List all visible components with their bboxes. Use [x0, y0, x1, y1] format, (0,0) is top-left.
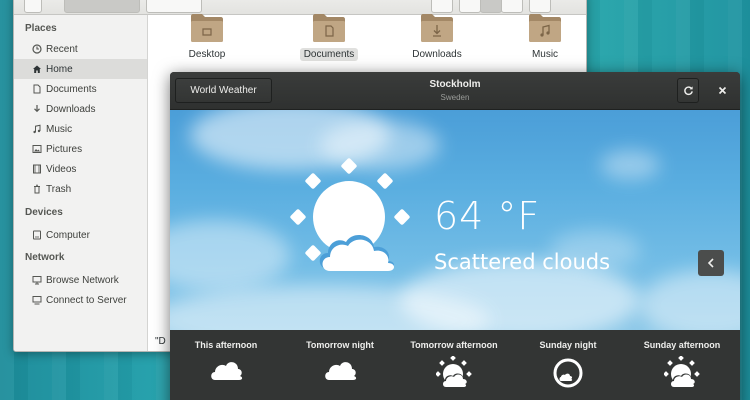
refresh-icon	[683, 86, 693, 96]
sidebar-item-documents[interactable]: Documents	[14, 79, 147, 99]
sidebar-item-downloads[interactable]: Downloads	[14, 99, 147, 119]
download-icon	[31, 104, 42, 115]
view-list-button[interactable]	[459, 0, 481, 13]
forecast-label: Tomorrow afternoon	[410, 340, 498, 350]
sidebar-item-videos[interactable]: Videos	[14, 159, 147, 179]
folder-label: Desktop	[188, 49, 226, 60]
folder-label: Music	[531, 49, 559, 60]
forecast-label: This afternoon	[194, 340, 258, 350]
sidebar-item-browse-network[interactable]: Browse Network	[14, 270, 147, 290]
forecast-label: Tomorrow night	[306, 340, 374, 350]
sidebar-item-home[interactable]: Home	[14, 59, 147, 79]
refresh-button[interactable]	[677, 78, 699, 103]
sidebar-item-recent[interactable]: Recent	[14, 39, 147, 59]
country-subtitle: Sweden	[440, 93, 470, 102]
sidebar-item-label: Connect to Server	[46, 294, 127, 306]
folder-music-icon	[529, 14, 561, 42]
sidebar-item-computer[interactable]: Computer	[14, 225, 147, 245]
sidebar-item-label: Documents	[46, 83, 97, 95]
home-icon	[31, 64, 42, 75]
forecast-label: Sunday afternoon	[643, 340, 721, 350]
path-button-home[interactable]	[64, 0, 140, 13]
sidebar-item-label: Videos	[46, 163, 77, 175]
sidebar-section-places: Places	[25, 23, 57, 34]
sun-cloud-icon	[436, 356, 472, 387]
condition-text: Scattered clouds	[434, 250, 611, 274]
forecast-item: Tomorrow night	[284, 340, 396, 384]
forecast-label: Sunday night	[539, 340, 597, 350]
view-options-button[interactable]	[501, 0, 523, 13]
folder-music[interactable]: Music	[500, 13, 586, 62]
close-button[interactable]	[711, 78, 733, 103]
cloud-icon	[325, 362, 357, 380]
forecast-item: Sunday night	[512, 340, 624, 388]
trash-icon	[31, 184, 42, 195]
folder-documents-icon	[313, 14, 345, 42]
next-panel-button[interactable]	[698, 250, 724, 276]
network-icon	[31, 275, 42, 286]
sidebar-item-label: Trash	[46, 183, 72, 195]
forecast-item: Sunday afternoon	[626, 340, 738, 388]
cloud-icon	[211, 362, 243, 380]
search-button[interactable]	[431, 0, 453, 13]
folder-downloads[interactable]: Downloads	[392, 13, 482, 62]
cloud-background	[170, 220, 290, 290]
status-text-fragment: "D	[155, 336, 166, 347]
forecast-bar: This afternoon Tomorrow night Tomorrow a…	[170, 330, 740, 400]
music-icon	[31, 124, 42, 135]
sun-cloud-icon	[290, 158, 410, 271]
sidebar-item-trash[interactable]: Trash	[14, 179, 147, 199]
sky-background: 64 °F Scattered clouds	[170, 110, 740, 330]
sidebar: Places Recent Home Documents Downloads M…	[14, 15, 148, 351]
folder-downloads-icon	[421, 14, 453, 42]
clock-icon	[31, 44, 42, 55]
cloud-background	[600, 150, 660, 180]
folder-label: Documents	[299, 48, 359, 61]
back-button[interactable]	[24, 0, 42, 13]
cloud-background	[640, 270, 740, 330]
folder-label: Downloads	[412, 49, 462, 60]
sidebar-item-label: Downloads	[46, 103, 96, 115]
video-icon	[31, 164, 42, 175]
sidebar-item-label: Music	[46, 123, 73, 135]
view-grid-button[interactable]	[480, 0, 502, 13]
moon-icon	[553, 358, 583, 388]
sidebar-item-label: Browse Network	[46, 274, 119, 286]
sidebar-section-devices: Devices	[25, 207, 63, 218]
forecast-item: Tomorrow afternoon	[398, 340, 510, 388]
weather-header: World Weather Stockholm Sweden	[170, 72, 740, 110]
menu-button[interactable]	[529, 0, 551, 13]
sidebar-item-pictures[interactable]: Pictures	[14, 139, 147, 159]
sidebar-item-label: Recent	[46, 43, 78, 55]
folder-documents[interactable]: Documents	[284, 13, 374, 62]
folder-desktop[interactable]: Desktop	[162, 13, 252, 62]
server-icon	[31, 295, 42, 306]
sidebar-item-label: Home	[46, 63, 73, 75]
sidebar-item-music[interactable]: Music	[14, 119, 147, 139]
city-title: Stockholm	[429, 79, 481, 90]
sidebar-item-connect-to-server[interactable]: Connect to Server	[14, 290, 147, 310]
weather-window: World Weather Stockholm Sweden 64 °F Sca…	[170, 72, 740, 400]
chevron-left-icon	[707, 258, 714, 268]
close-icon	[718, 86, 726, 95]
computer-icon	[31, 230, 42, 241]
sidebar-item-label: Pictures	[46, 143, 83, 155]
folder-desktop-icon	[191, 14, 223, 42]
path-button-next[interactable]	[146, 0, 202, 13]
sidebar-item-label: Computer	[46, 229, 90, 241]
forecast-item: This afternoon	[170, 340, 282, 384]
sun-cloud-icon	[664, 356, 700, 387]
document-icon	[31, 84, 42, 95]
sidebar-section-network: Network	[25, 252, 65, 263]
temperature-value: 64 °F	[434, 194, 541, 238]
picture-icon	[31, 144, 42, 155]
